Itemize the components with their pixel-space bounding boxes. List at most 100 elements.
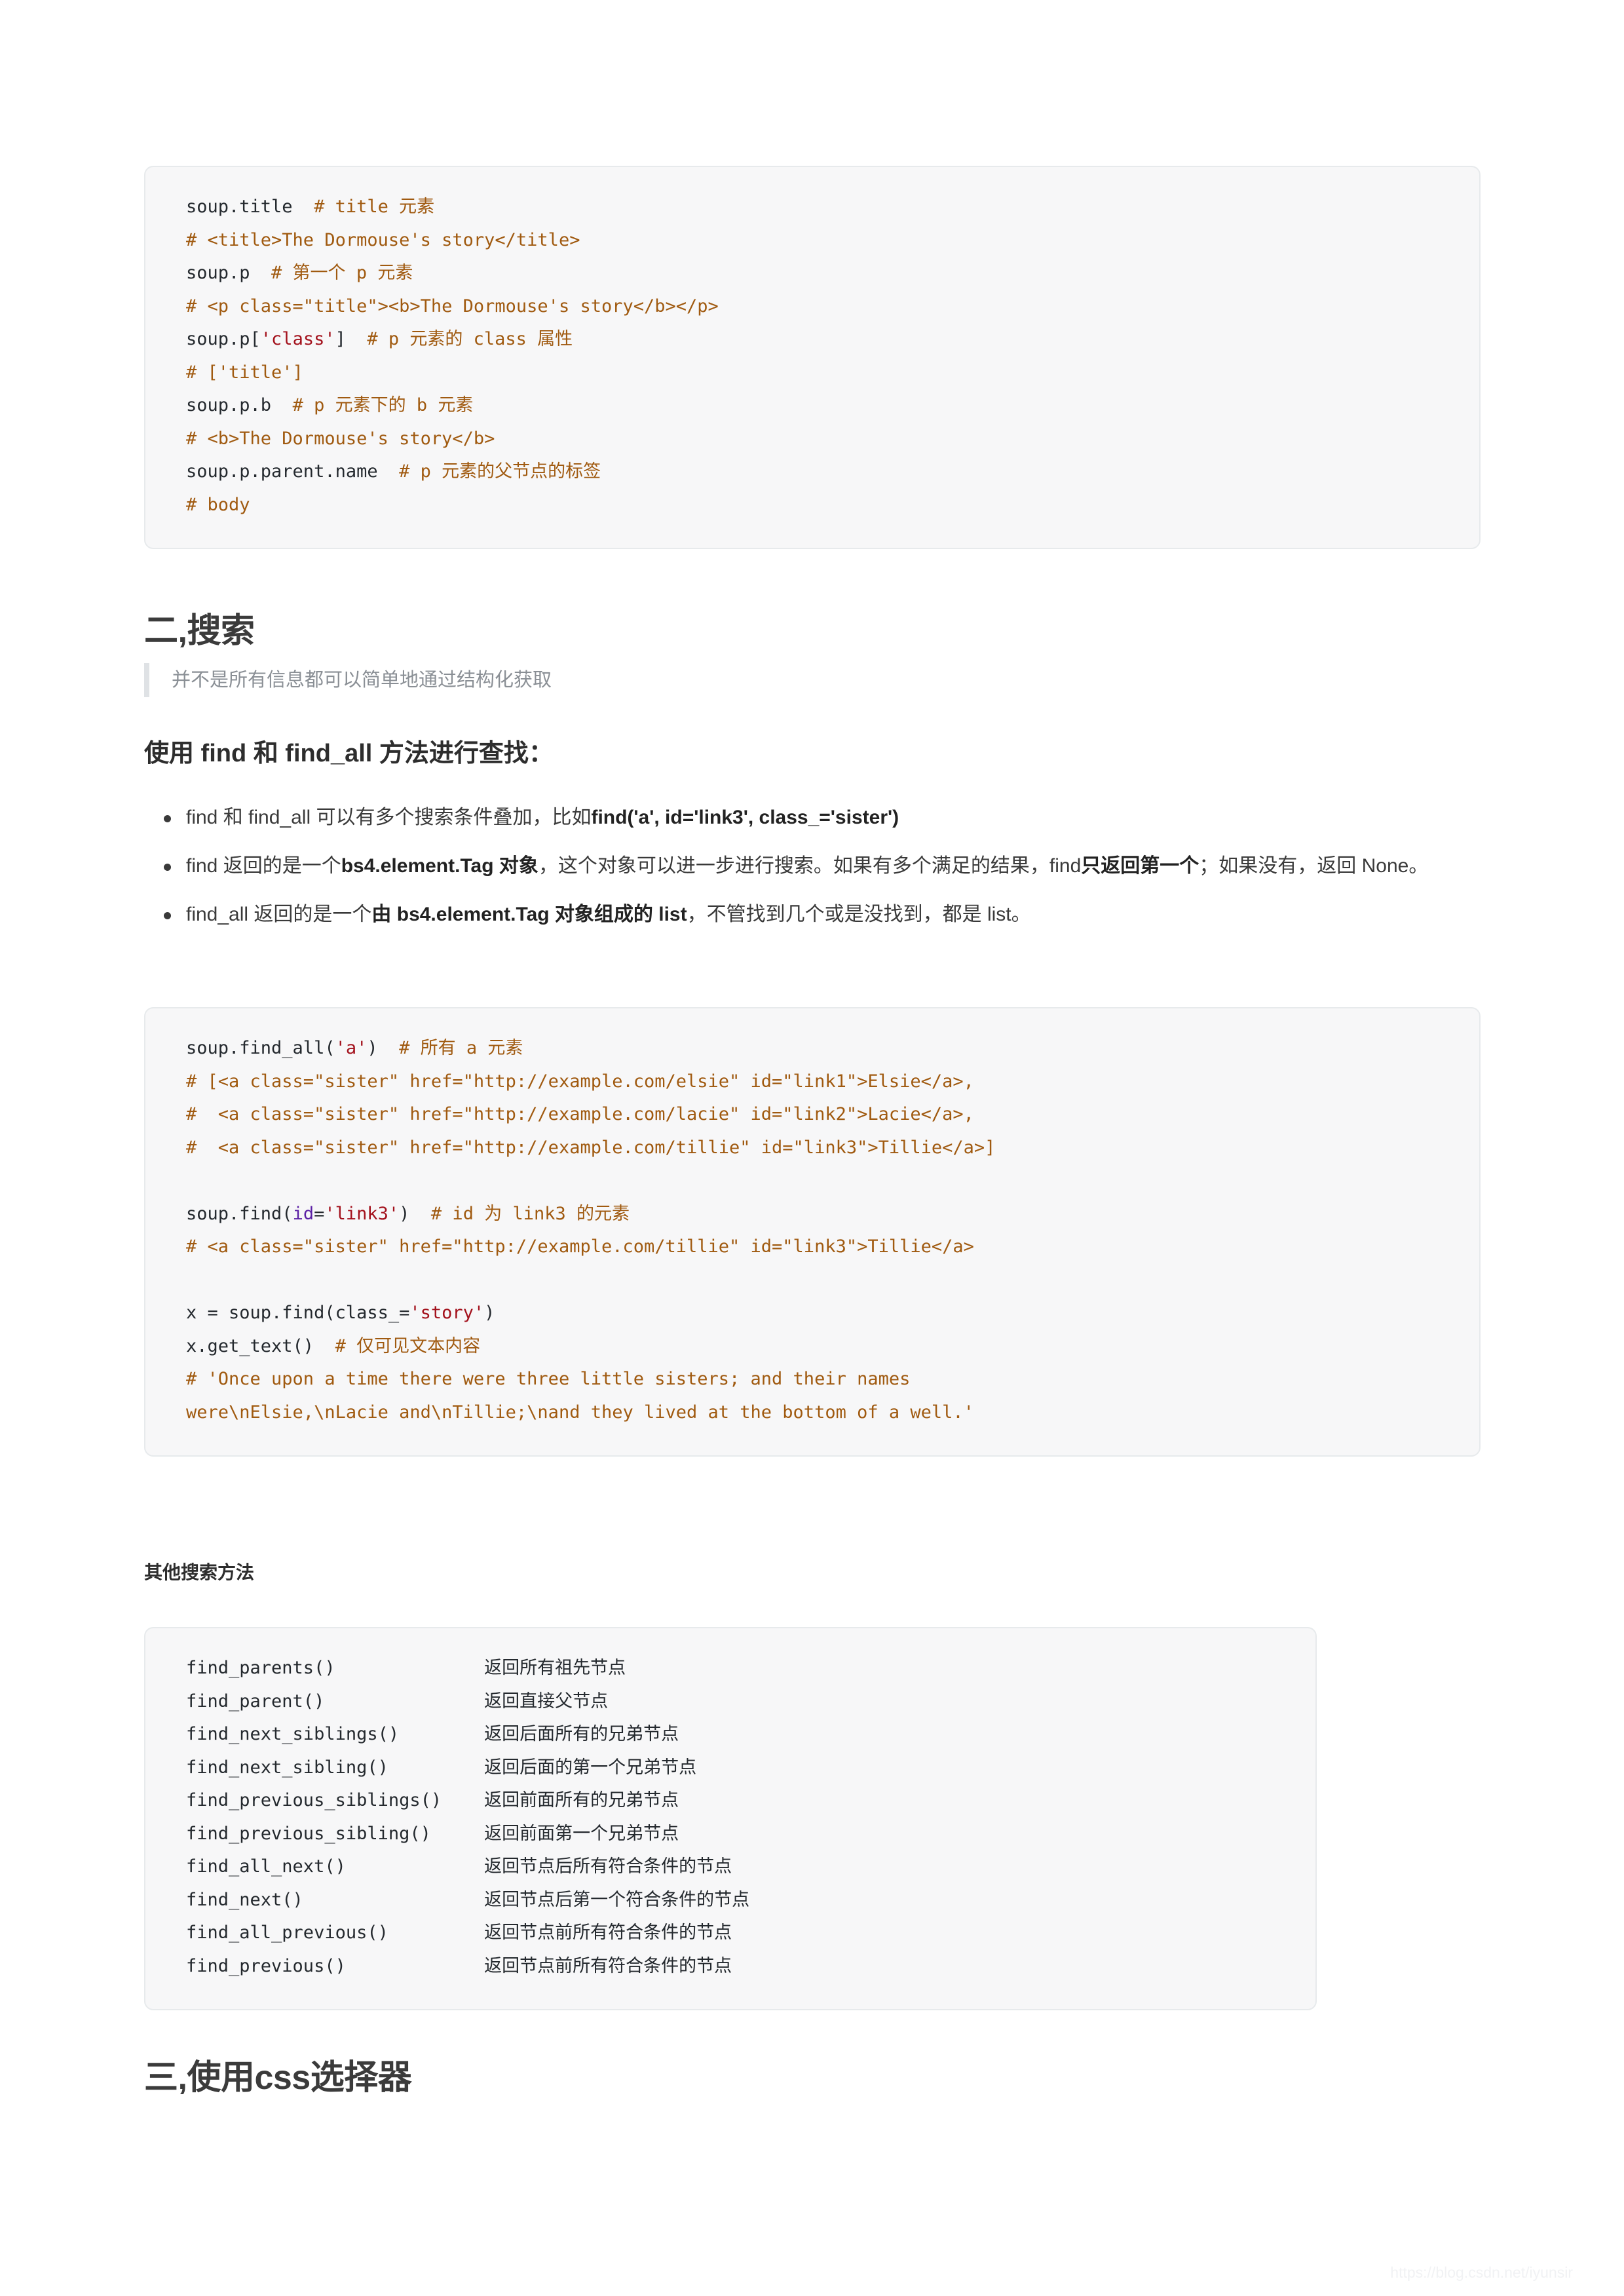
- code-token-comment: # id 为 link3 的元素: [430, 1203, 630, 1224]
- code-line: soup.p # 第一个 p 元素: [186, 257, 1439, 290]
- code-token-plain: soup.find_all(: [186, 1038, 335, 1058]
- method-row: find_previous_siblings() 返回前面所有的兄弟节点: [186, 1784, 1275, 1818]
- code-token-plain: ]: [335, 329, 368, 349]
- code-token-kwarg: id: [292, 1203, 314, 1224]
- code-token-comment: were\nElsie,\nLacie and\nTillie;\nand th…: [186, 1402, 974, 1423]
- method-description: 返回前面第一个兄弟节点: [484, 1823, 679, 1844]
- code-token-plain: ): [399, 1203, 431, 1224]
- method-row: find_all_previous() 返回节点前所有符合条件的节点: [186, 1917, 1275, 1950]
- code-token-string: 'story': [409, 1303, 485, 1323]
- code-block-find-examples: soup.find_all('a') # 所有 a 元素 # [<a class=…: [144, 1007, 1481, 1457]
- code-token-comment: # body: [186, 494, 250, 515]
- list-item: find_all 返回的是一个由 bs4.element.Tag 对象组成的 l…: [164, 898, 1522, 932]
- method-name: find_all_previous(): [186, 1923, 485, 1943]
- code-line: # <a class="sister" href="http://example…: [186, 1231, 1439, 1264]
- code-line: x = soup.find(class_='story'): [186, 1297, 1439, 1330]
- list-item-emphasis: 只返回第一个: [1081, 855, 1199, 877]
- code-token-plain: x.get_text(): [186, 1335, 335, 1356]
- code-token-plain: soup.p.b: [186, 395, 293, 415]
- code-token-comment: # <a class="sister" href="http://example…: [186, 1236, 974, 1257]
- code-token-plain: ): [367, 1038, 400, 1058]
- code-token-comment: # 第一个 p 元素: [271, 263, 413, 283]
- code-token-comment: # <p class="title"><b>The Dormouse's sto…: [186, 296, 719, 316]
- method-description: 返回后面的第一个兄弟节点: [484, 1757, 697, 1778]
- code-token-plain: ): [484, 1303, 495, 1323]
- code-token-string: 'link3': [324, 1203, 400, 1224]
- method-row: find_next() 返回节点后第一个符合条件的节点: [186, 1884, 1275, 1917]
- code-token-comment: # ['title']: [186, 362, 303, 383]
- method-description: 返回直接父节点: [484, 1691, 609, 1712]
- find-notes-list: find 和 find_all 可以有多个搜索条件叠加，比如find('a', …: [144, 801, 1522, 946]
- code-token-comment: # <a class="sister" href="http://example…: [186, 1137, 996, 1158]
- code-token-comment: # <b>The Dormouse's story</b>: [186, 428, 495, 449]
- method-name: find_previous(): [186, 1955, 485, 1976]
- heading-section-two: 二,搜索: [144, 612, 255, 650]
- method-description: 返回前面所有的兄弟节点: [484, 1790, 679, 1810]
- code-line: # body: [186, 489, 1439, 522]
- heading-other-search-methods: 其他搜索方法: [144, 1562, 255, 1582]
- watermark-url: https://blog.csdn.net/iyunsir: [1390, 2264, 1573, 2281]
- method-name: find_next(): [186, 1889, 485, 1910]
- code-line: # <title>The Dormouse's story</title>: [186, 224, 1439, 258]
- method-name: find_next_sibling(): [186, 1757, 485, 1778]
- code-line: were\nElsie,\nLacie and\nTillie;\nand th…: [186, 1396, 1439, 1430]
- code-token-string: 'a': [335, 1038, 368, 1058]
- code-line: soup.p['class'] # p 元素的 class 属性: [186, 323, 1439, 356]
- method-row: find_previous() 返回节点前所有符合条件的节点: [186, 1950, 1275, 1983]
- code-block-basic-navigation: soup.title # title 元素 # <title>The Dormou…: [144, 166, 1481, 549]
- method-row: find_parents() 返回所有祖先节点: [186, 1652, 1275, 1685]
- code-line: # [<a class="sister" href="http://exampl…: [186, 1065, 1439, 1099]
- code-line: soup.p.parent.name # p 元素的父节点的标签: [186, 455, 1439, 489]
- heading-section-three: 三,使用css选择器: [144, 2059, 412, 2097]
- method-row: find_parent() 返回直接父节点: [186, 1685, 1275, 1719]
- code-token-comment: # <title>The Dormouse's story</title>: [186, 229, 580, 250]
- code-token-plain: soup.find(: [186, 1203, 293, 1224]
- method-description: 返回节点前所有符合条件的节点: [484, 1955, 732, 1976]
- list-item-text: ；如果没有，返回 None。: [1199, 855, 1429, 877]
- code-line: soup.p.b # p 元素下的 b 元素: [186, 389, 1439, 423]
- method-description: 返回节点后第一个符合条件的节点: [484, 1889, 750, 1910]
- method-description: 返回节点后所有符合条件的节点: [484, 1856, 732, 1877]
- blockquote-note: 并不是所有信息都可以简单地通过结构化获取: [144, 663, 1508, 697]
- method-row: find_next_sibling() 返回后面的第一个兄弟节点: [186, 1751, 1275, 1785]
- list-item: find 和 find_all 可以有多个搜索条件叠加，比如find('a', …: [164, 801, 1522, 835]
- method-row: find_all_next() 返回节点后所有符合条件的节点: [186, 1850, 1275, 1884]
- list-item-emphasis: find('a', id='link3', class_='sister'): [591, 807, 899, 828]
- code-token-comment: # p 元素的父节点的标签: [399, 461, 601, 482]
- method-description: 返回后面所有的兄弟节点: [484, 1724, 679, 1744]
- code-token-comment: # 所有 a 元素: [399, 1038, 523, 1058]
- list-item-text: find_all 返回的是一个: [186, 904, 372, 925]
- code-line: # <a class="sister" href="http://example…: [186, 1132, 1439, 1165]
- method-description: 返回所有祖先节点: [484, 1658, 626, 1678]
- code-line: # 'Once upon a time there were three lit…: [186, 1363, 1439, 1396]
- document-page: soup.title # title 元素 # <title>The Dormou…: [0, 0, 1624, 2296]
- code-line: # <p class="title"><b>The Dormouse's sto…: [186, 290, 1439, 324]
- code-token-plain: soup.p[: [186, 329, 261, 349]
- heading-find-usage: 使用 find 和 find_all 方法进行查找：: [144, 740, 554, 767]
- code-line: # <b>The Dormouse's story</b>: [186, 423, 1439, 456]
- list-item-text: find 返回的是一个: [186, 855, 341, 877]
- code-block-method-reference: find_parents() 返回所有祖先节点 find_parent() 返回直…: [144, 1627, 1317, 2010]
- code-token-plain: x = soup.find(class_=: [186, 1303, 410, 1323]
- method-description: 返回节点前所有符合条件的节点: [484, 1923, 732, 1943]
- method-name: find_previous_sibling(): [186, 1823, 485, 1844]
- list-item-emphasis: 由 bs4.element.Tag 对象组成的 list: [371, 904, 687, 925]
- code-token-comment: # <a class="sister" href="http://example…: [186, 1104, 974, 1124]
- code-token-comment: # p 元素的 class 属性: [367, 329, 573, 349]
- method-name: find_parent(): [186, 1691, 485, 1712]
- code-line: soup.find(id='link3') # id 为 link3 的元素: [186, 1198, 1439, 1231]
- method-row: find_next_siblings() 返回后面所有的兄弟节点: [186, 1718, 1275, 1751]
- method-name: find_all_next(): [186, 1856, 485, 1877]
- code-token-comment: # title 元素: [314, 197, 435, 217]
- list-item-text: ，这个对象可以进一步进行搜索。如果有多个满足的结果，find: [538, 855, 1082, 877]
- code-line: x.get_text() # 仅可见文本内容: [186, 1330, 1439, 1364]
- code-token-comment: # [<a class="sister" href="http://exampl…: [186, 1071, 974, 1092]
- list-item-text: find 和 find_all 可以有多个搜索条件叠加，比如: [186, 807, 592, 828]
- code-token-comment: # 仅可见文本内容: [335, 1335, 481, 1356]
- code-token-string: 'class': [260, 329, 335, 349]
- code-token-comment: # p 元素下的 b 元素: [292, 395, 474, 415]
- method-name: find_parents(): [186, 1658, 485, 1678]
- list-item-emphasis: bs4.element.Tag 对象: [341, 855, 538, 877]
- code-token-plain: soup.title: [186, 197, 314, 217]
